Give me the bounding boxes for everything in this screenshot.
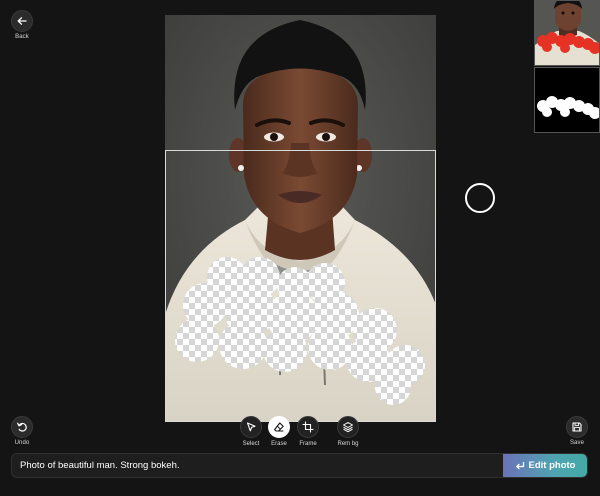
tool-erase-label: Erase xyxy=(271,441,287,447)
prompt-input[interactable] xyxy=(12,454,503,477)
undo-icon xyxy=(17,422,27,432)
undo-label: Undo xyxy=(14,440,30,446)
edit-photo-label: Edit photo xyxy=(528,460,576,471)
cursor-arrow-icon xyxy=(246,422,256,432)
photo-editor: Back Undo Save Select Erase Frame Rem bg… xyxy=(0,0,600,496)
tool-remove-bg[interactable]: Rem bg xyxy=(328,416,368,447)
back-label: Back xyxy=(15,34,29,40)
back-button[interactable] xyxy=(11,10,33,32)
crop-frame-icon xyxy=(302,421,314,433)
tool-remove-bg-label: Rem bg xyxy=(337,441,359,447)
image-canvas[interactable] xyxy=(165,15,436,421)
mask-preview xyxy=(535,68,599,132)
tool-frame-label: Frame xyxy=(299,441,317,447)
tool-frame[interactable]: Frame xyxy=(288,416,328,447)
layers-icon xyxy=(343,422,353,433)
save-label: Save xyxy=(569,440,585,446)
arrow-left-icon xyxy=(17,17,27,25)
image-thumbnail[interactable] xyxy=(534,0,600,66)
mask-thumbnail[interactable] xyxy=(534,67,600,133)
prompt-bar: Edit photo xyxy=(11,453,588,478)
portrait-photo xyxy=(165,15,436,421)
tool-select-label: Select xyxy=(242,441,260,447)
portrait-thumbnail xyxy=(535,1,599,65)
floppy-disk-icon xyxy=(572,422,582,432)
edit-photo-button[interactable]: Edit photo xyxy=(503,454,587,477)
undo-button[interactable] xyxy=(11,416,33,438)
eraser-icon xyxy=(274,422,284,432)
brush-cursor xyxy=(465,183,495,213)
save-button[interactable] xyxy=(566,416,588,438)
enter-return-icon xyxy=(515,461,524,469)
